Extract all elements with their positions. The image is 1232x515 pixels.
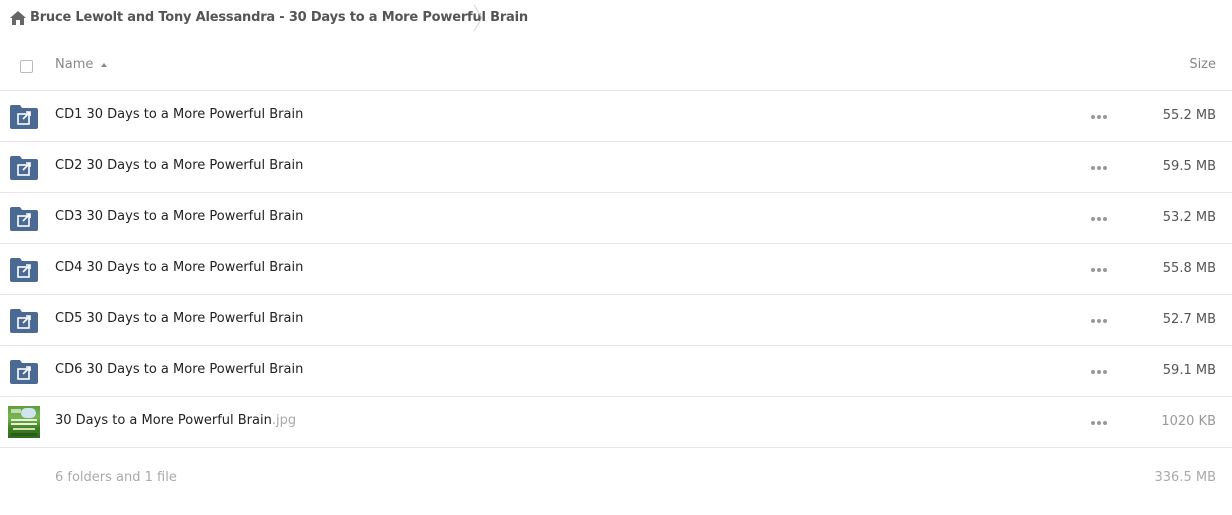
file-row[interactable]: CD2 30 Days to a More Powerful Brain 59.… bbox=[0, 142, 1232, 193]
summary-count: 6 folders and 1 file bbox=[55, 470, 177, 485]
more-actions-icon[interactable] bbox=[1091, 421, 1107, 425]
file-row[interactable]: CD4 30 Days to a More Powerful Brain 55.… bbox=[0, 244, 1232, 295]
more-actions-icon[interactable] bbox=[1091, 217, 1107, 221]
shared-folder-icon[interactable] bbox=[10, 105, 38, 129]
breadcrumb-folder-title[interactable]: Bruce Lewolt and Tony Alessandra - 30 Da… bbox=[30, 10, 528, 25]
file-list-header: Name Size bbox=[0, 44, 1232, 91]
shared-folder-icon[interactable] bbox=[10, 156, 38, 180]
file-size: 53.2 MB bbox=[1162, 210, 1216, 225]
shared-folder-icon[interactable] bbox=[10, 309, 38, 333]
file-name[interactable]: CD6 30 Days to a More Powerful Brain bbox=[55, 362, 303, 377]
shared-folder-icon[interactable] bbox=[10, 258, 38, 282]
file-size: 59.1 MB bbox=[1162, 363, 1216, 378]
file-name[interactable]: CD2 30 Days to a More Powerful Brain bbox=[55, 158, 303, 173]
file-size: 1020 KB bbox=[1161, 414, 1216, 429]
summary-total-size: 336.5 MB bbox=[1154, 470, 1216, 485]
file-row[interactable]: CD5 30 Days to a More Powerful Brain 52.… bbox=[0, 295, 1232, 346]
file-list: CD1 30 Days to a More Powerful Brain 55.… bbox=[0, 91, 1232, 448]
file-size: 55.8 MB bbox=[1162, 261, 1216, 276]
breadcrumb-separator-icon bbox=[473, 4, 483, 32]
breadcrumb: Bruce Lewolt and Tony Alessandra - 30 Da… bbox=[0, 0, 528, 36]
select-all-checkbox[interactable] bbox=[20, 60, 33, 73]
size-column-header[interactable]: Size bbox=[1189, 57, 1216, 72]
file-row[interactable]: 30 Days to a More Powerful Brain.jpg 102… bbox=[0, 397, 1232, 448]
name-column-header[interactable]: Name bbox=[55, 57, 108, 72]
shared-folder-icon[interactable] bbox=[10, 360, 38, 384]
file-row[interactable]: CD1 30 Days to a More Powerful Brain 55.… bbox=[0, 91, 1232, 142]
file-name[interactable]: 30 Days to a More Powerful Brain.jpg bbox=[55, 413, 296, 428]
image-thumbnail[interactable] bbox=[8, 406, 40, 438]
name-column-label: Name bbox=[55, 57, 94, 72]
file-size: 59.5 MB bbox=[1162, 159, 1216, 174]
file-name[interactable]: CD4 30 Days to a More Powerful Brain bbox=[55, 260, 303, 275]
file-name[interactable]: CD1 30 Days to a More Powerful Brain bbox=[55, 107, 303, 122]
file-size: 52.7 MB bbox=[1162, 312, 1216, 327]
more-actions-icon[interactable] bbox=[1091, 115, 1107, 119]
home-icon[interactable] bbox=[10, 11, 26, 25]
file-row[interactable]: CD6 30 Days to a More Powerful Brain 59.… bbox=[0, 346, 1232, 397]
more-actions-icon[interactable] bbox=[1091, 319, 1107, 323]
sort-ascending-icon bbox=[101, 63, 108, 67]
file-extension: .jpg bbox=[271, 413, 297, 428]
more-actions-icon[interactable] bbox=[1091, 166, 1107, 170]
file-row[interactable]: CD3 30 Days to a More Powerful Brain 53.… bbox=[0, 193, 1232, 244]
file-size: 55.2 MB bbox=[1162, 108, 1216, 123]
file-name[interactable]: CD3 30 Days to a More Powerful Brain bbox=[55, 209, 303, 224]
shared-folder-icon[interactable] bbox=[10, 207, 38, 231]
more-actions-icon[interactable] bbox=[1091, 370, 1107, 374]
more-actions-icon[interactable] bbox=[1091, 268, 1107, 272]
file-list-summary: 6 folders and 1 file 336.5 MB bbox=[0, 449, 1232, 509]
file-name[interactable]: CD5 30 Days to a More Powerful Brain bbox=[55, 311, 303, 326]
